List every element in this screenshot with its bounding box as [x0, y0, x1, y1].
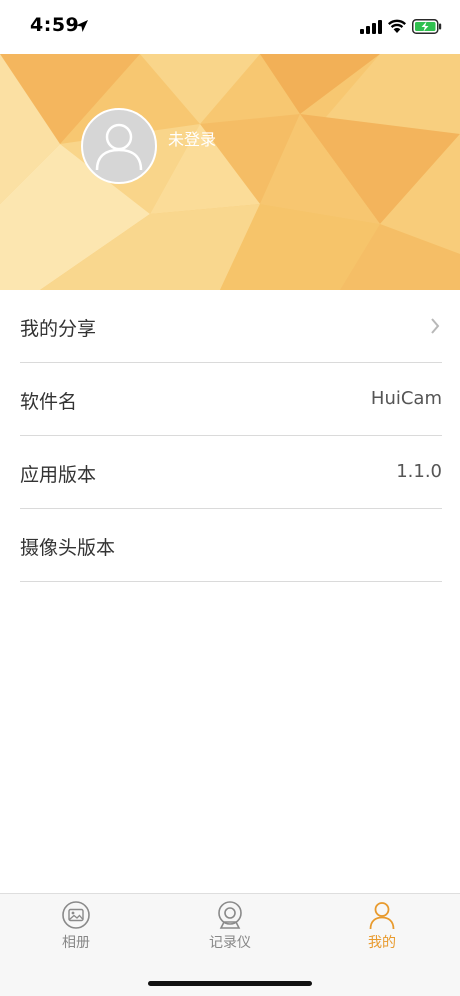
photo-album-icon [62, 901, 90, 929]
tab-mine[interactable]: 我的 [332, 900, 432, 964]
cellular-signal-icon [360, 20, 382, 34]
status-bar: 4:59 [0, 0, 460, 54]
my-share-row[interactable]: 我的分享 [20, 290, 442, 363]
avatar[interactable] [81, 108, 157, 184]
row-value: 1.1.0 [396, 461, 442, 482]
chevron-right-icon [431, 318, 440, 334]
tab-album[interactable]: 相册 [26, 900, 126, 964]
login-status-text[interactable]: 未登录 [168, 126, 216, 150]
row-label: 应用版本 [20, 464, 97, 486]
camera-version-row[interactable]: 摄像头版本 [20, 509, 442, 582]
battery-charging-icon [412, 19, 442, 34]
low-poly-background [0, 54, 460, 290]
location-arrow-icon [76, 20, 88, 32]
row-label: 我的分享 [20, 318, 97, 340]
row-label: 软件名 [20, 391, 78, 413]
home-indicator[interactable] [148, 981, 312, 986]
app-version-row: 应用版本 1.1.0 [20, 436, 442, 509]
wifi-icon [388, 19, 406, 33]
software-name-row: 软件名 HuiCam [20, 363, 442, 436]
status-time: 4:59 [30, 14, 80, 36]
tab-recorder[interactable]: 记录仪 [180, 900, 280, 964]
tab-label: 记录仪 [209, 935, 251, 951]
user-placeholder-icon [95, 123, 143, 171]
profile-icon [369, 902, 395, 930]
profile-header: 未登录 [0, 54, 460, 290]
camera-icon [218, 901, 242, 929]
row-value: HuiCam [370, 388, 442, 409]
tab-label: 我的 [368, 935, 396, 951]
settings-list: 我的分享 软件名 HuiCam 应用版本 1.1.0 摄像头版本 [0, 290, 460, 582]
row-label: 摄像头版本 [20, 537, 116, 559]
tab-label: 相册 [62, 935, 90, 951]
